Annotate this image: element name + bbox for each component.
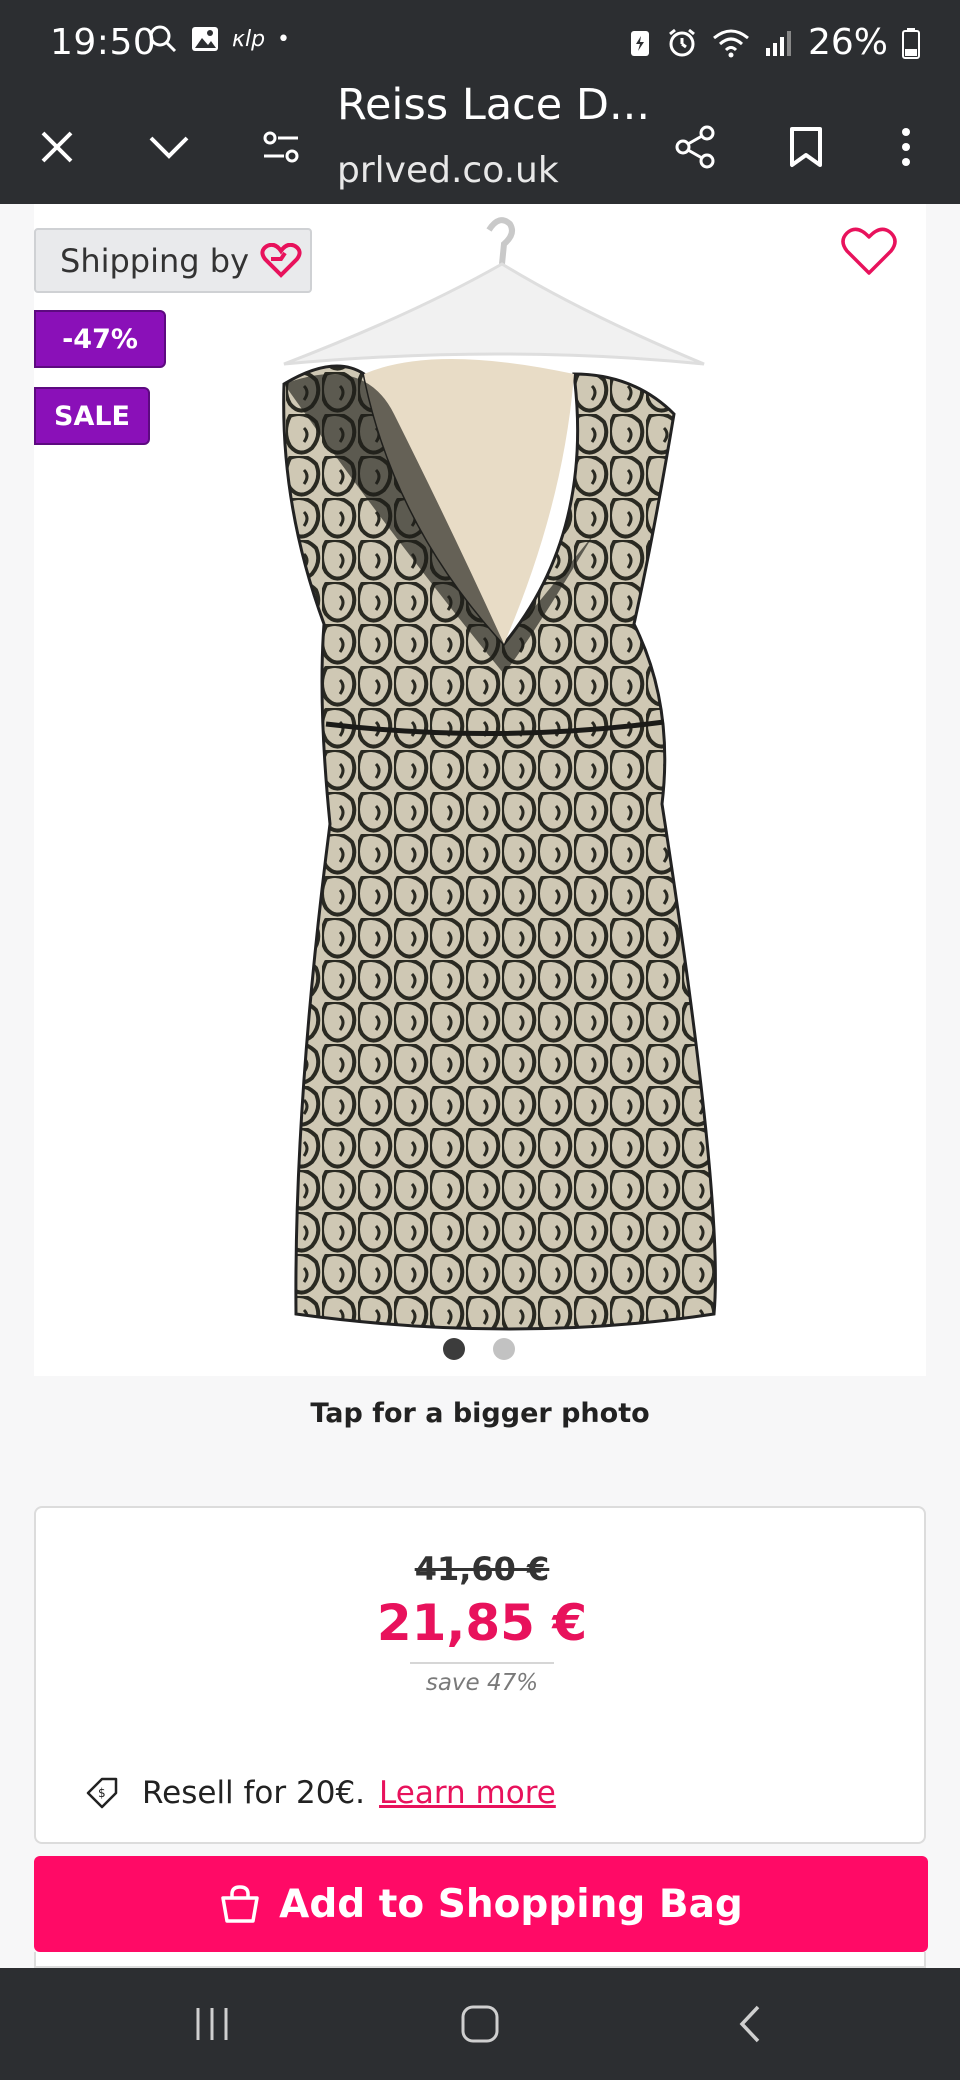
discount-tag: -47% <box>34 310 166 368</box>
close-button[interactable] <box>17 90 97 204</box>
status-bar: 19:50 κlp • 26% <box>0 0 960 90</box>
tap-hint: Tap for a bigger photo <box>310 1398 650 1429</box>
carousel-indicator <box>443 1338 515 1360</box>
system-navigation-bar <box>0 1968 960 2080</box>
battery-saver-icon <box>630 30 649 56</box>
product-image-carousel[interactable] <box>34 204 926 1376</box>
svg-text:$: $ <box>98 1786 106 1800</box>
savings-text: save 47% <box>425 1670 539 1696</box>
resell-info: $ Resell for 20€. Learn more <box>34 1744 926 1844</box>
alarm-icon <box>669 28 695 56</box>
heart-icon <box>841 227 897 275</box>
shipping-label: Shipping by <box>60 241 250 280</box>
dot-icon: • <box>277 26 291 52</box>
resell-text: Resell for 20€. <box>142 1775 366 1811</box>
heart-logo-icon <box>260 242 302 278</box>
price-tag-icon: $ <box>86 1777 118 1809</box>
sale-tag: SALE <box>34 387 150 445</box>
app-notification-icon: κlp <box>232 26 266 52</box>
minimize-button[interactable] <box>129 90 209 204</box>
add-to-bag-button[interactable]: Add to Shopping Bag <box>34 1856 928 1952</box>
bookmark-icon <box>790 127 822 167</box>
page-title[interactable]: Reiss Lace D... <box>337 80 650 130</box>
home-icon <box>461 2005 499 2043</box>
notification-icons: κlp • <box>148 24 290 54</box>
clock: 19:50 <box>50 22 157 63</box>
recent-apps-button[interactable] <box>152 1968 272 2080</box>
save-divider <box>410 1662 554 1664</box>
back-button[interactable] <box>690 1968 810 2080</box>
share-button[interactable] <box>655 90 735 204</box>
chevron-down-icon <box>149 136 189 159</box>
system-icons: 26% <box>628 22 920 63</box>
carousel-dot-1[interactable] <box>443 1338 465 1360</box>
more-options-button[interactable] <box>866 90 946 204</box>
add-to-bag-label: Add to Shopping Bag <box>279 1881 743 1927</box>
share-icon <box>675 125 715 169</box>
product-photo[interactable] <box>34 204 926 1376</box>
more-vertical-icon <box>902 128 910 166</box>
signal-icon <box>765 30 791 56</box>
bookmark-button[interactable] <box>766 90 846 204</box>
close-icon <box>41 131 73 163</box>
shopping-bag-icon <box>221 1885 259 1923</box>
site-settings-button[interactable] <box>241 90 321 204</box>
learn-more-link[interactable]: Learn more <box>379 1775 556 1811</box>
original-price: 41,60 € <box>414 1550 550 1588</box>
battery-icon <box>902 27 920 59</box>
shipping-badge: Shipping by <box>34 228 312 293</box>
page-url[interactable]: prlved.co.uk <box>337 150 559 191</box>
image-icon <box>192 27 218 51</box>
wifi-icon <box>713 29 749 57</box>
current-price: 21,85 € <box>376 1594 588 1652</box>
battery-level: 26% <box>807 22 888 63</box>
tune-icon <box>263 131 299 163</box>
wishlist-button[interactable] <box>840 225 898 281</box>
back-icon <box>739 2005 760 2043</box>
recent-apps-icon <box>196 2008 228 2040</box>
next-section-edge <box>34 1952 926 1968</box>
home-button[interactable] <box>420 1968 540 2080</box>
price-card: 41,60 € 21,85 € save 47% <box>34 1506 926 1746</box>
search-icon <box>149 25 177 53</box>
carousel-dot-2[interactable] <box>493 1338 515 1360</box>
